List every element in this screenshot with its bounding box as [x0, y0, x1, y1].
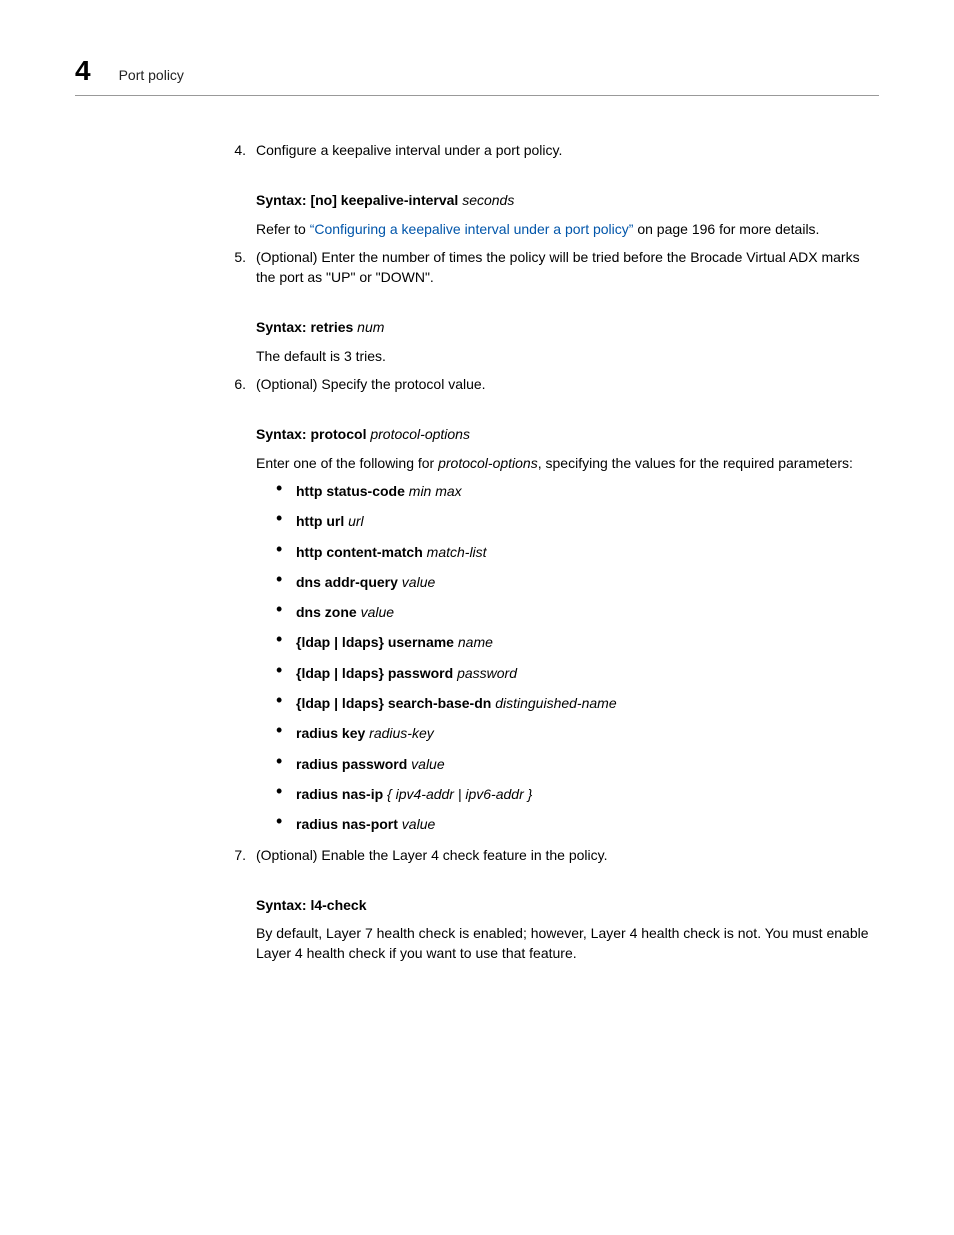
syntax-label: Syntax: — [256, 897, 307, 913]
syntax-argument: seconds — [462, 192, 514, 208]
option-bold: http status-code — [296, 483, 405, 499]
list-item: http content-match match-list — [276, 542, 879, 562]
syntax-label: Syntax: — [256, 192, 307, 208]
note-text: By default, Layer 7 health check is enab… — [256, 923, 879, 964]
step-6: 6. (Optional) Specify the protocol value… — [220, 374, 879, 394]
section-title: Port policy — [119, 67, 184, 83]
step-number: 7. — [220, 845, 256, 865]
refer-line: Refer to “Configuring a keepalive interv… — [256, 219, 879, 239]
step-7-detail: Syntax: l4-check By default, Layer 7 hea… — [256, 895, 879, 964]
page-content: 4. Configure a keepalive interval under … — [220, 140, 879, 972]
option-italic: { ipv4-addr | ipv6-addr } — [387, 786, 532, 802]
step-number: 5. — [220, 247, 256, 288]
list-item: radius nas-port value — [276, 814, 879, 834]
option-bold: radius nas-ip — [296, 786, 383, 802]
step-number: 4. — [220, 140, 256, 160]
option-italic: value — [402, 574, 435, 590]
refer-suffix: on page 196 for more details. — [633, 221, 819, 237]
intro-suffix: , specifying the values for the required… — [538, 455, 853, 471]
option-italic: distinguished-name — [495, 695, 616, 711]
list-item: {ldap | ldaps} username name — [276, 632, 879, 652]
list-item: http status-code min max — [276, 481, 879, 501]
syntax-line: Syntax: l4-check — [256, 895, 879, 915]
option-italic: match-list — [427, 544, 487, 560]
chapter-number: 4 — [75, 55, 91, 87]
syntax-line: Syntax: [no] keepalive-interval seconds — [256, 190, 879, 210]
list-item: dns addr-query value — [276, 572, 879, 592]
step-6-detail: Syntax: protocol protocol-options Enter … — [256, 424, 879, 834]
step-7: 7. (Optional) Enable the Layer 4 check f… — [220, 845, 879, 865]
option-bold: radius nas-port — [296, 816, 398, 832]
syntax-command: retries — [310, 319, 353, 335]
step-text: (Optional) Enter the number of times the… — [256, 247, 879, 288]
step-text: Configure a keepalive interval under a p… — [256, 140, 879, 160]
step-5-detail: Syntax: retries num The default is 3 tri… — [256, 317, 879, 366]
option-bold: http content-match — [296, 544, 423, 560]
option-bold: radius password — [296, 756, 407, 772]
option-italic: url — [348, 513, 364, 529]
option-italic: password — [457, 665, 517, 681]
intro-prefix: Enter one of the following for — [256, 455, 438, 471]
option-bold: {ldap | ldaps} search-base-dn — [296, 695, 491, 711]
refer-prefix: Refer to — [256, 221, 310, 237]
option-bold: http url — [296, 513, 344, 529]
option-italic: value — [402, 816, 435, 832]
syntax-argument: protocol-options — [370, 426, 470, 442]
intro-text: Enter one of the following for protocol-… — [256, 453, 879, 473]
syntax-label: Syntax: — [256, 426, 307, 442]
note-text: The default is 3 tries. — [256, 346, 879, 366]
option-italic: value — [411, 756, 444, 772]
syntax-argument: num — [357, 319, 384, 335]
step-4: 4. Configure a keepalive interval under … — [220, 140, 879, 160]
syntax-command: protocol — [310, 426, 366, 442]
list-item: http url url — [276, 511, 879, 531]
option-bold: dns addr-query — [296, 574, 398, 590]
page-header: 4 Port policy — [75, 55, 879, 96]
step-5: 5. (Optional) Enter the number of times … — [220, 247, 879, 288]
option-bold: {ldap | ldaps} username — [296, 634, 454, 650]
option-italic: value — [361, 604, 394, 620]
list-item: radius key radius-key — [276, 723, 879, 743]
syntax-line: Syntax: retries num — [256, 317, 879, 337]
syntax-command: l4-check — [310, 897, 366, 913]
option-bold: dns zone — [296, 604, 357, 620]
protocol-option-list: http status-code min max http url url ht… — [276, 481, 879, 835]
syntax-command: [no] keepalive-interval — [310, 192, 458, 208]
step-4-detail: Syntax: [no] keepalive-interval seconds … — [256, 190, 879, 239]
option-bold: radius key — [296, 725, 365, 741]
step-text: (Optional) Specify the protocol value. — [256, 374, 879, 394]
syntax-line: Syntax: protocol protocol-options — [256, 424, 879, 444]
list-item: radius nas-ip { ipv4-addr | ipv6-addr } — [276, 784, 879, 804]
syntax-label: Syntax: — [256, 319, 307, 335]
option-italic: name — [458, 634, 493, 650]
option-italic: min max — [409, 483, 462, 499]
option-italic: radius-key — [369, 725, 434, 741]
step-number: 6. — [220, 374, 256, 394]
option-bold: {ldap | ldaps} password — [296, 665, 453, 681]
refer-link[interactable]: “Configuring a keepalive interval under … — [310, 221, 634, 237]
list-item: radius password value — [276, 754, 879, 774]
step-text: (Optional) Enable the Layer 4 check feat… — [256, 845, 879, 865]
intro-italic: protocol-options — [438, 455, 538, 471]
list-item: {ldap | ldaps} password password — [276, 663, 879, 683]
list-item: dns zone value — [276, 602, 879, 622]
list-item: {ldap | ldaps} search-base-dn distinguis… — [276, 693, 879, 713]
